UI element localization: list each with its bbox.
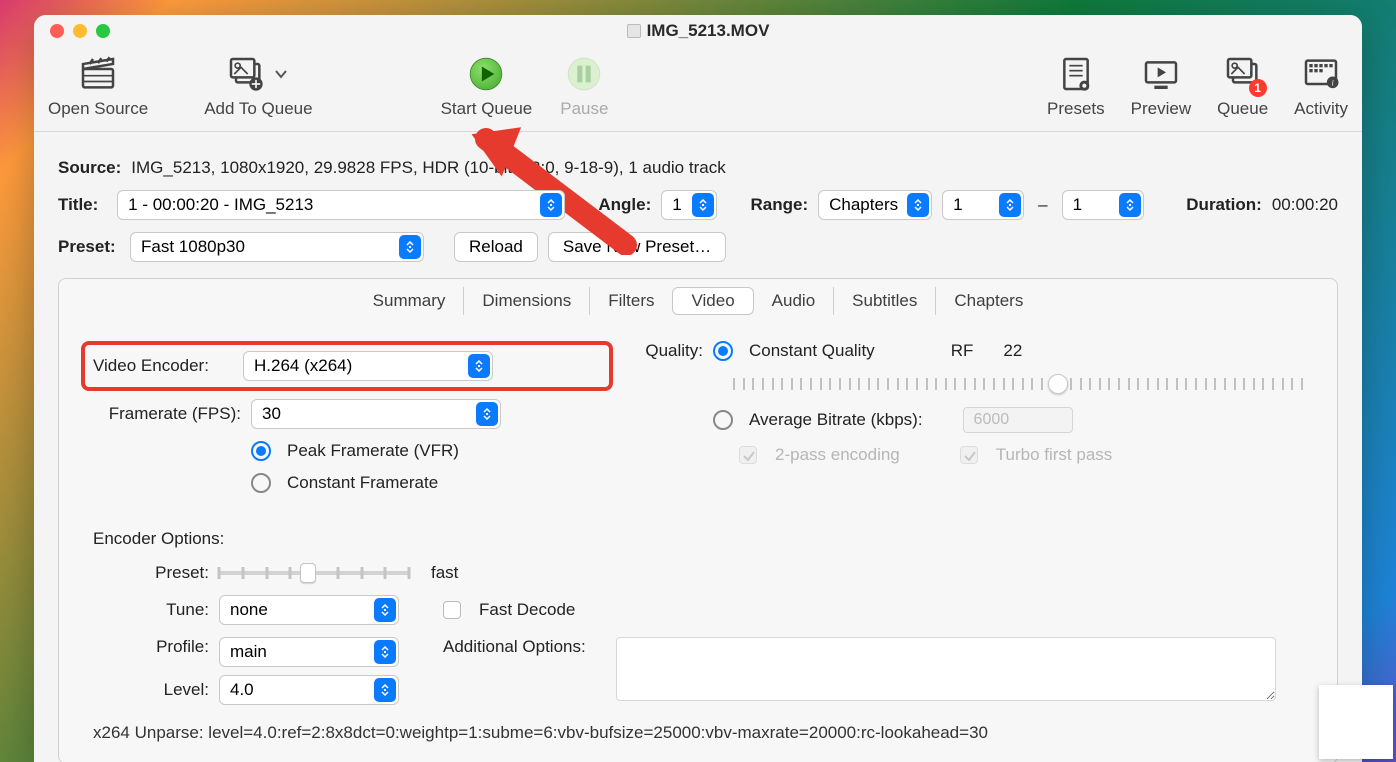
additional-options-textarea[interactable] [616,637,1276,701]
tab-bar: Summary Dimensions Filters Video Audio S… [59,279,1337,315]
rf-slider[interactable] [733,373,1303,395]
duration-value: 00:00:20 [1272,195,1338,215]
average-bitrate-label: Average Bitrate (kbps): [749,410,923,430]
clapperboard-icon [78,54,118,94]
level-select[interactable] [219,675,399,705]
range-dash: – [1038,195,1047,215]
tab-filters[interactable]: Filters [590,287,672,315]
presets-icon [1056,54,1096,94]
source-label: Source: [58,158,121,178]
tab-summary[interactable]: Summary [355,287,465,315]
overlay-box [1319,685,1393,759]
constant-framerate-label: Constant Framerate [287,473,438,493]
preview-button[interactable]: Preview [1131,99,1191,119]
app-window: IMG_5213.MOV Open Source Add To Queue [34,15,1362,762]
video-encoder-select[interactable] [243,351,493,381]
framerate-select[interactable] [251,399,501,429]
window-title: IMG_5213.MOV [647,21,770,41]
profile-select[interactable] [219,637,399,667]
average-bitrate-input [963,407,1073,433]
peak-framerate-label: Peak Framerate (VFR) [287,441,459,461]
pause-icon [564,54,604,94]
title-select[interactable] [117,190,565,220]
preview-icon [1141,54,1181,94]
tune-label: Tune: [93,600,209,620]
toolbar: Open Source Add To Queue Start Queue [34,47,1362,132]
preset-label: Preset: [58,237,120,257]
tab-chapters[interactable]: Chapters [936,287,1041,315]
queue-button[interactable]: Queue [1217,99,1268,119]
encoder-options-heading: Encoder Options: [93,529,1303,549]
tab-panel: Summary Dimensions Filters Video Audio S… [58,278,1338,762]
constant-quality-radio[interactable] [713,341,733,361]
range-type-select[interactable] [818,190,932,220]
profile-label: Profile: [93,637,209,657]
queue-badge: 1 [1249,79,1267,97]
add-to-queue-dropdown[interactable] [272,55,290,93]
preset-select[interactable] [130,232,424,262]
turbo-first-pass-label: Turbo first pass [996,445,1113,465]
add-to-queue-icon [226,54,266,94]
title-label: Title: [58,195,107,215]
fast-decode-label: Fast Decode [479,600,575,620]
reload-button[interactable]: Reload [454,232,538,262]
rf-value: 22 [1003,341,1022,361]
two-pass-label: 2-pass encoding [775,445,900,465]
duration-label: Duration: [1186,195,1262,215]
content-area: Source: IMG_5213, 1080x1920, 29.9828 FPS… [34,132,1362,762]
rf-label: RF [951,341,974,361]
document-icon [627,24,641,38]
presets-button[interactable]: Presets [1047,99,1105,119]
quality-label: Quality: [633,341,703,361]
peak-framerate-radio[interactable] [251,441,271,461]
constant-quality-label: Constant Quality [749,341,875,361]
enc-preset-value: fast [431,563,458,583]
video-encoder-highlight: Video Encoder: [81,341,613,391]
framerate-label: Framerate (FPS): [93,404,241,424]
tab-subtitles[interactable]: Subtitles [834,287,936,315]
start-queue-button[interactable]: Start Queue [441,99,533,119]
open-source-button[interactable]: Open Source [48,99,148,119]
activity-icon: i [1301,54,1341,94]
enc-preset-slider[interactable] [219,563,409,583]
fast-decode-checkbox[interactable] [443,601,461,619]
range-from-select[interactable] [942,190,1024,220]
tab-dimensions[interactable]: Dimensions [464,287,590,315]
enc-preset-label: Preset: [93,563,209,583]
range-to-select[interactable] [1062,190,1144,220]
video-encoder-label: Video Encoder: [93,356,233,376]
source-value: IMG_5213, 1080x1920, 29.9828 FPS, HDR (1… [131,158,725,178]
tab-audio[interactable]: Audio [754,287,834,315]
constant-framerate-radio[interactable] [251,473,271,493]
tune-select[interactable] [219,595,399,625]
angle-select[interactable] [661,190,717,220]
additional-options-label: Additional Options: [443,637,586,657]
titlebar: IMG_5213.MOV [34,15,1362,47]
level-label: Level: [93,680,209,700]
average-bitrate-radio[interactable] [713,410,733,430]
pause-button: Pause [560,99,608,119]
x264-unparse: x264 Unparse: level=4.0:ref=2:8x8dct=0:w… [93,723,1303,743]
angle-label: Angle: [598,195,651,215]
tab-video[interactable]: Video [672,287,753,315]
play-icon [466,54,506,94]
range-label: Range: [751,195,809,215]
save-new-preset-button[interactable]: Save New Preset… [548,232,726,262]
activity-button[interactable]: Activity [1294,99,1348,119]
two-pass-checkbox [739,446,757,464]
turbo-first-pass-checkbox [960,446,978,464]
add-to-queue-button[interactable]: Add To Queue [204,99,312,119]
